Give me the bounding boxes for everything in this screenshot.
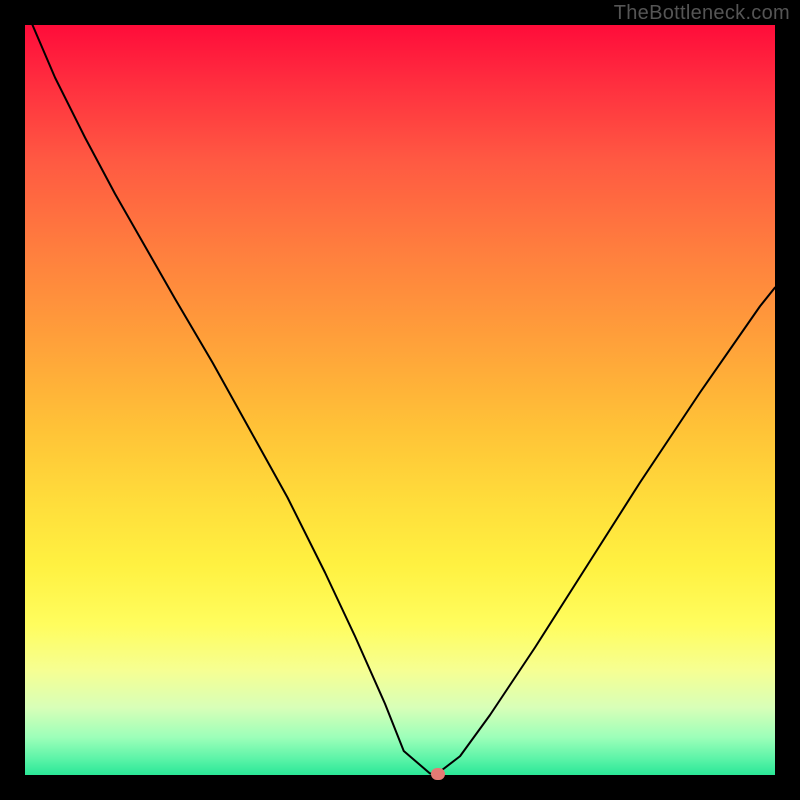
bottleneck-curve (33, 25, 776, 774)
plot-area (25, 25, 775, 775)
minimum-marker (431, 768, 445, 780)
chart-svg (25, 25, 775, 775)
chart-frame: TheBottleneck.com (0, 0, 800, 800)
watermark-text: TheBottleneck.com (614, 2, 790, 25)
